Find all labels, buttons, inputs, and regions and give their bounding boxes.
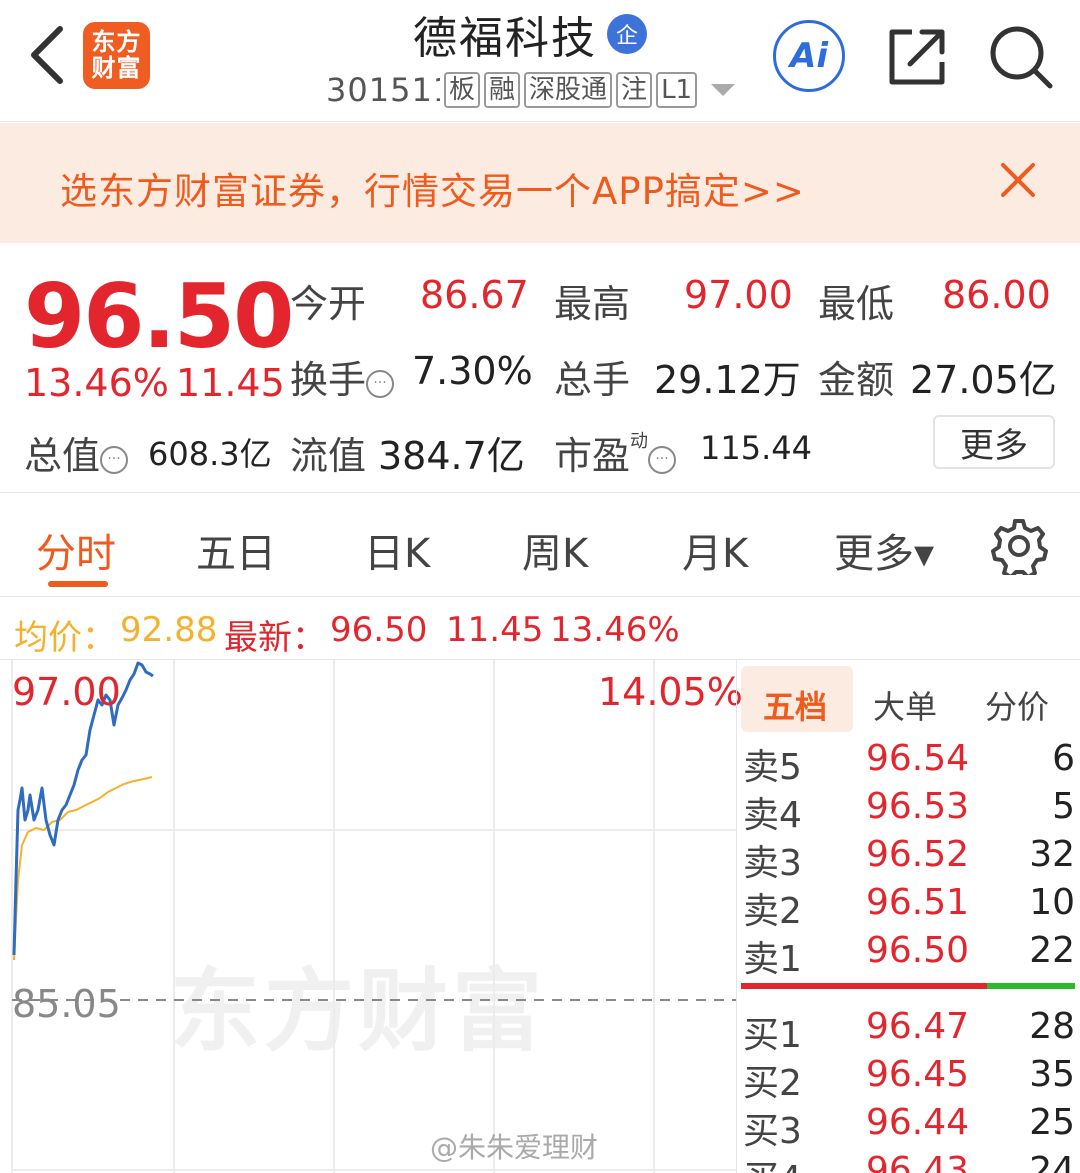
y-axis-prev-close: 85.05 xyxy=(12,982,121,1026)
info-icon[interactable]: ··· xyxy=(100,446,129,474)
change-value: 11.45 xyxy=(446,610,544,650)
turnover-label: 换手 ··· xyxy=(290,349,395,404)
book-tab-big-orders[interactable]: 大单 xyxy=(873,682,937,728)
ask-row: 卖5 96.54 6 xyxy=(743,738,1075,788)
stock-code: 301511 xyxy=(326,71,440,109)
tag-sz-connect: 深股通 xyxy=(524,72,613,108)
open-value: 86.67 xyxy=(420,273,529,317)
bid-ask-ratio-green xyxy=(987,983,1075,989)
volume-label: 总手 xyxy=(554,358,631,402)
tab-weekly-k[interactable]: 周K xyxy=(522,521,588,579)
book-tab-level5[interactable]: 五档 xyxy=(763,682,827,728)
back-button[interactable] xyxy=(22,22,70,88)
pe-value: 115.44 xyxy=(700,429,812,467)
tab-more[interactable]: 更多▾ xyxy=(834,521,934,579)
amount-value: 27.05亿 xyxy=(910,358,1057,402)
average-price-bar: 均价： 92.88 最新： 96.50 11.45 13.46% xyxy=(0,598,1080,660)
tag-margin: 融 xyxy=(484,72,521,108)
stock-name: 德福科技 xyxy=(413,13,597,64)
promo-banner[interactable]: 选东方财富证券，行情交易一个APP搞定>> xyxy=(0,123,1080,243)
y-axis-high-pct: 14.05% xyxy=(598,670,743,714)
stock-subtitle[interactable]: 301511 板 融 深股通 注 L1 xyxy=(326,68,736,112)
ask-row: 卖3 96.52 32 xyxy=(743,834,1075,884)
search-icon xyxy=(990,26,1053,89)
avg-price-line xyxy=(13,776,153,961)
intraday-chart-svg xyxy=(11,660,736,1173)
amount-label: 金额 xyxy=(818,358,895,402)
avg-value: 92.88 xyxy=(120,610,218,650)
y-axis-high: 97.00 xyxy=(12,670,121,714)
ai-assistant-button[interactable]: Ai xyxy=(773,20,845,92)
bid-row: 买3 96.44 25 xyxy=(743,1102,1075,1152)
active-tab-indicator xyxy=(48,581,108,587)
info-icon[interactable]: ··· xyxy=(366,370,395,398)
more-quote-button[interactable]: 更多 xyxy=(933,415,1055,469)
bid-row: 买496.4324 xyxy=(743,1150,1075,1173)
close-icon[interactable] xyxy=(1000,162,1036,198)
chevron-left-icon xyxy=(31,26,63,84)
tab-intraday[interactable]: 分时 xyxy=(36,521,116,579)
tag-registration: 注 xyxy=(616,72,653,108)
tab-daily-k[interactable]: 日K xyxy=(364,521,430,579)
ask-row: 卖1 96.50 22 xyxy=(743,930,1075,980)
grid xyxy=(11,660,736,1173)
enterprise-badge: 企 xyxy=(607,14,647,54)
bid-row: 买1 96.47 28 xyxy=(743,1006,1075,1056)
order-book: 五档 大单 分价 卖5 96.54 6 卖4 96.53 5 卖3 96.52 32 卖2 9… xyxy=(736,660,1080,1173)
promo-text: 选东方财富证券，行情交易一个APP搞定>> xyxy=(60,170,805,213)
avg-label: 均价： xyxy=(14,618,116,658)
last-label: 最新： xyxy=(224,618,326,658)
change-pct: 13.46% xyxy=(24,361,169,405)
tab-monthly-k[interactable]: 月K xyxy=(682,521,748,579)
share-icon xyxy=(889,29,945,85)
tab-five-day[interactable]: 五日 xyxy=(196,521,276,579)
tag-l1: L1 xyxy=(656,72,698,108)
high-label: 最高 xyxy=(554,282,631,326)
quote-panel: 96.50 13.46% 11.45 今开 86.67 最高 97.00 最低 … xyxy=(0,243,1080,493)
ask-row: 卖4 96.53 5 xyxy=(743,786,1075,836)
book-tab-price-dist[interactable]: 分价 xyxy=(985,682,1049,728)
mktcap-value: 608.3亿 xyxy=(148,435,272,473)
chart-period-tabs: 分时 五日 日K 周K 月K 更多▾ xyxy=(0,493,1080,597)
volume-value: 29.12万 xyxy=(654,358,801,402)
top-bar: 东方 财富 德福科技 企 301511 板 融 深股通 注 L1 Ai xyxy=(0,0,1080,122)
float-label: 流值 xyxy=(290,434,367,478)
open-label: 今开 xyxy=(290,282,367,326)
ask-row: 卖2 96.51 10 xyxy=(743,882,1075,932)
bid-ask-ratio-red xyxy=(741,983,987,989)
weibo-watermark: @朱朱爱理财 xyxy=(430,1131,599,1164)
mktcap-label: 总值 ··· xyxy=(24,425,129,480)
ai-label: Ai xyxy=(790,36,828,76)
change-pct-value: 13.46% xyxy=(550,610,680,650)
stock-title: 德福科技 企 xyxy=(360,6,700,64)
bid-row: 买2 96.45 35 xyxy=(743,1054,1075,1104)
pe-label: 市盈动··· xyxy=(554,425,677,480)
last-price: 96.50 xyxy=(24,265,294,368)
caret-down-icon xyxy=(711,84,736,96)
intraday-chart[interactable]: 东方财富 97.00 14.05% 85.05 @朱朱爱理财 xyxy=(0,660,743,1173)
low-label: 最低 xyxy=(818,282,895,326)
low-value: 86.00 xyxy=(942,273,1051,317)
info-icon[interactable]: ··· xyxy=(648,446,677,474)
turnover-value: 7.30% xyxy=(412,349,533,393)
app-logo[interactable]: 东方 财富 xyxy=(83,22,150,89)
float-value: 384.7亿 xyxy=(378,434,525,478)
tag-board: 板 xyxy=(444,72,481,108)
last-value: 96.50 xyxy=(330,610,428,650)
change-amount: 11.45 xyxy=(176,361,285,405)
high-value: 97.00 xyxy=(684,273,793,317)
share-button[interactable] xyxy=(886,26,948,88)
search-button[interactable] xyxy=(988,24,1054,90)
gear-icon[interactable] xyxy=(990,517,1048,575)
